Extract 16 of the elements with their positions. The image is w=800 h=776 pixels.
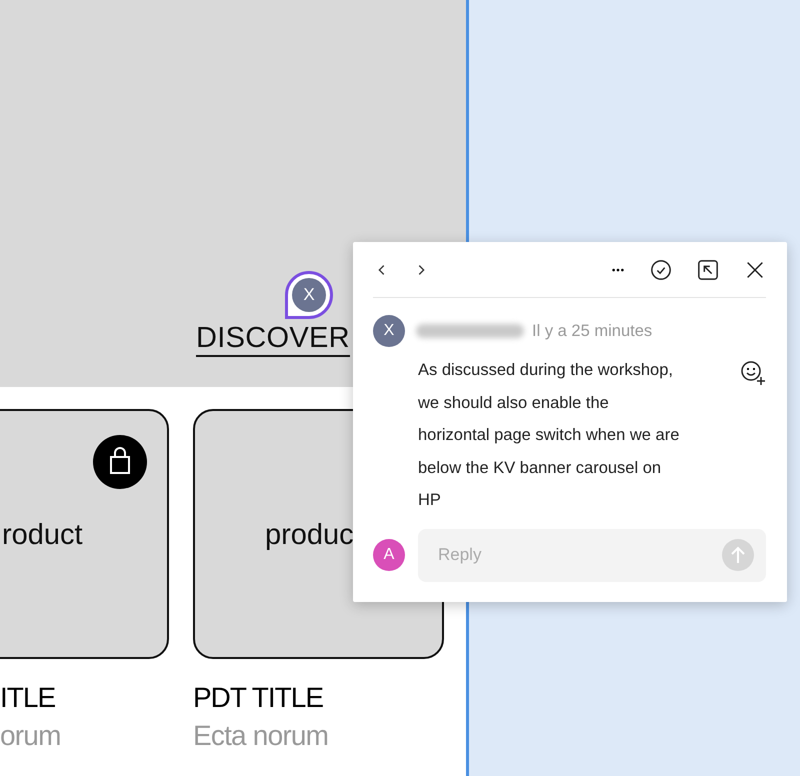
resolve-check-icon[interactable] (650, 258, 672, 280)
product-subtitle: orum (0, 719, 62, 753)
discover-link[interactable]: DISCOVER (196, 321, 350, 357)
product-image-label: produc (265, 518, 354, 552)
product-title: ITLE (0, 681, 56, 715)
product-image-label: roduct (2, 518, 83, 552)
user-avatar: A (373, 539, 405, 571)
pop-out-icon[interactable] (697, 258, 719, 280)
comment-time: Il y a 25 minutes (532, 322, 652, 340)
add-reaction-icon[interactable] (740, 360, 766, 386)
user-avatar: X (373, 315, 405, 347)
product-title: PDT TITLE (193, 681, 324, 715)
reply-field[interactable]: Reply (418, 528, 766, 582)
shopping-bag-icon[interactable] (93, 435, 147, 489)
product-subtitle: Ecta norum (193, 719, 330, 753)
product-card[interactable]: roduct (0, 409, 169, 659)
